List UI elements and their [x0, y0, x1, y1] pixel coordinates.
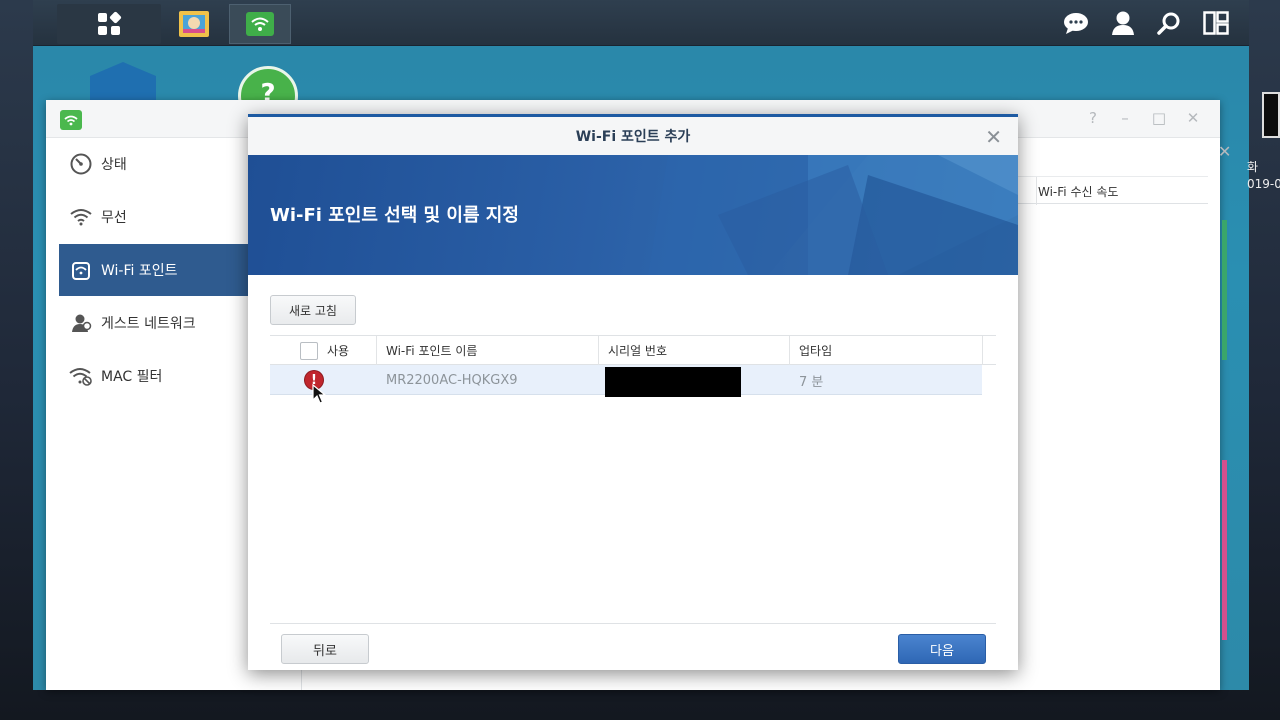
- column-uptime[interactable]: 업타임: [799, 336, 832, 365]
- main-menu-icon: [98, 11, 122, 35]
- column-serial[interactable]: 시리얼 번호: [608, 336, 667, 365]
- select-all-checkbox[interactable]: [300, 336, 318, 365]
- banner-title: Wi-Fi 포인트 선택 및 이름 지정: [270, 205, 519, 226]
- background-strip-pink: [1222, 460, 1227, 640]
- wifi-app-button[interactable]: [229, 4, 291, 44]
- footer-divider: [270, 623, 996, 624]
- guest-icon: [69, 311, 93, 335]
- maximize-icon[interactable]: □: [1150, 109, 1168, 127]
- column-enable[interactable]: 사용: [327, 336, 349, 365]
- add-wifi-point-dialog: Wi-Fi 포인트 추가 ✕ Wi-Fi 포인트 선택 및 이름 지정 새로 고…: [248, 114, 1018, 670]
- main-menu-button[interactable]: [57, 4, 161, 44]
- serial-number-redacted: [605, 367, 741, 397]
- back-button[interactable]: 뒤로: [281, 634, 369, 664]
- column-divider: [789, 336, 790, 365]
- user-button[interactable]: [1108, 8, 1138, 38]
- wifi-app-icon: [60, 110, 82, 130]
- router-icon: [69, 258, 93, 282]
- uptime-value: 7 분: [799, 374, 824, 390]
- column-divider: [376, 336, 377, 365]
- background-close-icon: ✕: [1218, 142, 1232, 161]
- widgets-icon: [1203, 11, 1229, 35]
- speedometer-icon: [69, 152, 93, 176]
- taskbar: [33, 0, 1249, 46]
- chat-button[interactable]: [1061, 8, 1091, 38]
- wifi-app-icon: [246, 12, 274, 36]
- minimize-icon[interactable]: –: [1116, 109, 1134, 127]
- desktop-thumbnail: [1262, 92, 1280, 138]
- dialog-title: Wi-Fi 포인트 추가: [575, 129, 691, 145]
- desktop-label-1: 화: [1247, 160, 1259, 174]
- mouse-cursor-icon: [312, 384, 326, 404]
- column-divider: [982, 336, 983, 365]
- sidebar-item-label: 무선: [101, 210, 127, 226]
- search-button[interactable]: [1154, 8, 1184, 38]
- help-icon[interactable]: ?: [1084, 109, 1102, 127]
- user-icon: [1112, 11, 1134, 35]
- column-wifi-speed: Wi-Fi 수신 속도: [1038, 185, 1119, 199]
- background-table-header: Wi-Fi 수신 속도: [1018, 176, 1208, 205]
- background-strip-green: [1222, 220, 1227, 360]
- wifi-icon: [69, 205, 93, 229]
- close-icon[interactable]: ✕: [1184, 109, 1202, 127]
- dialog-titlebar[interactable]: Wi-Fi 포인트 추가 ✕: [248, 117, 1018, 155]
- widgets-button[interactable]: [1201, 8, 1231, 38]
- refresh-button[interactable]: 새로 고침: [270, 295, 356, 325]
- photo-app-icon: [179, 11, 209, 37]
- wifi-point-name: MR2200AC-HQKGX9: [386, 372, 518, 388]
- photo-app-button[interactable]: [165, 4, 223, 44]
- column-divider: [598, 336, 599, 365]
- wifi-filter-icon: [69, 364, 93, 388]
- column-divider: [1036, 177, 1037, 205]
- close-icon[interactable]: ✕: [985, 125, 1002, 149]
- next-button[interactable]: 다음: [898, 634, 986, 664]
- sidebar-item-label: MAC 필터: [101, 369, 163, 385]
- column-name[interactable]: Wi-Fi 포인트 이름: [386, 336, 477, 365]
- chat-icon: [1064, 13, 1088, 34]
- search-icon: [1157, 12, 1180, 35]
- sidebar-item-label: Wi-Fi 포인트: [101, 263, 178, 279]
- table-header: 사용 Wi-Fi 포인트 이름 시리얼 번호 업타임: [270, 335, 996, 365]
- sidebar-item-label: 게스트 네트워크: [101, 316, 196, 332]
- desktop-label-2: 019-0: [1247, 177, 1280, 191]
- table-row[interactable]: ! MR2200AC-HQKGX9 7 분: [270, 365, 982, 397]
- dialog-banner: Wi-Fi 포인트 선택 및 이름 지정: [248, 155, 1018, 275]
- sidebar-item-label: 상태: [101, 157, 127, 173]
